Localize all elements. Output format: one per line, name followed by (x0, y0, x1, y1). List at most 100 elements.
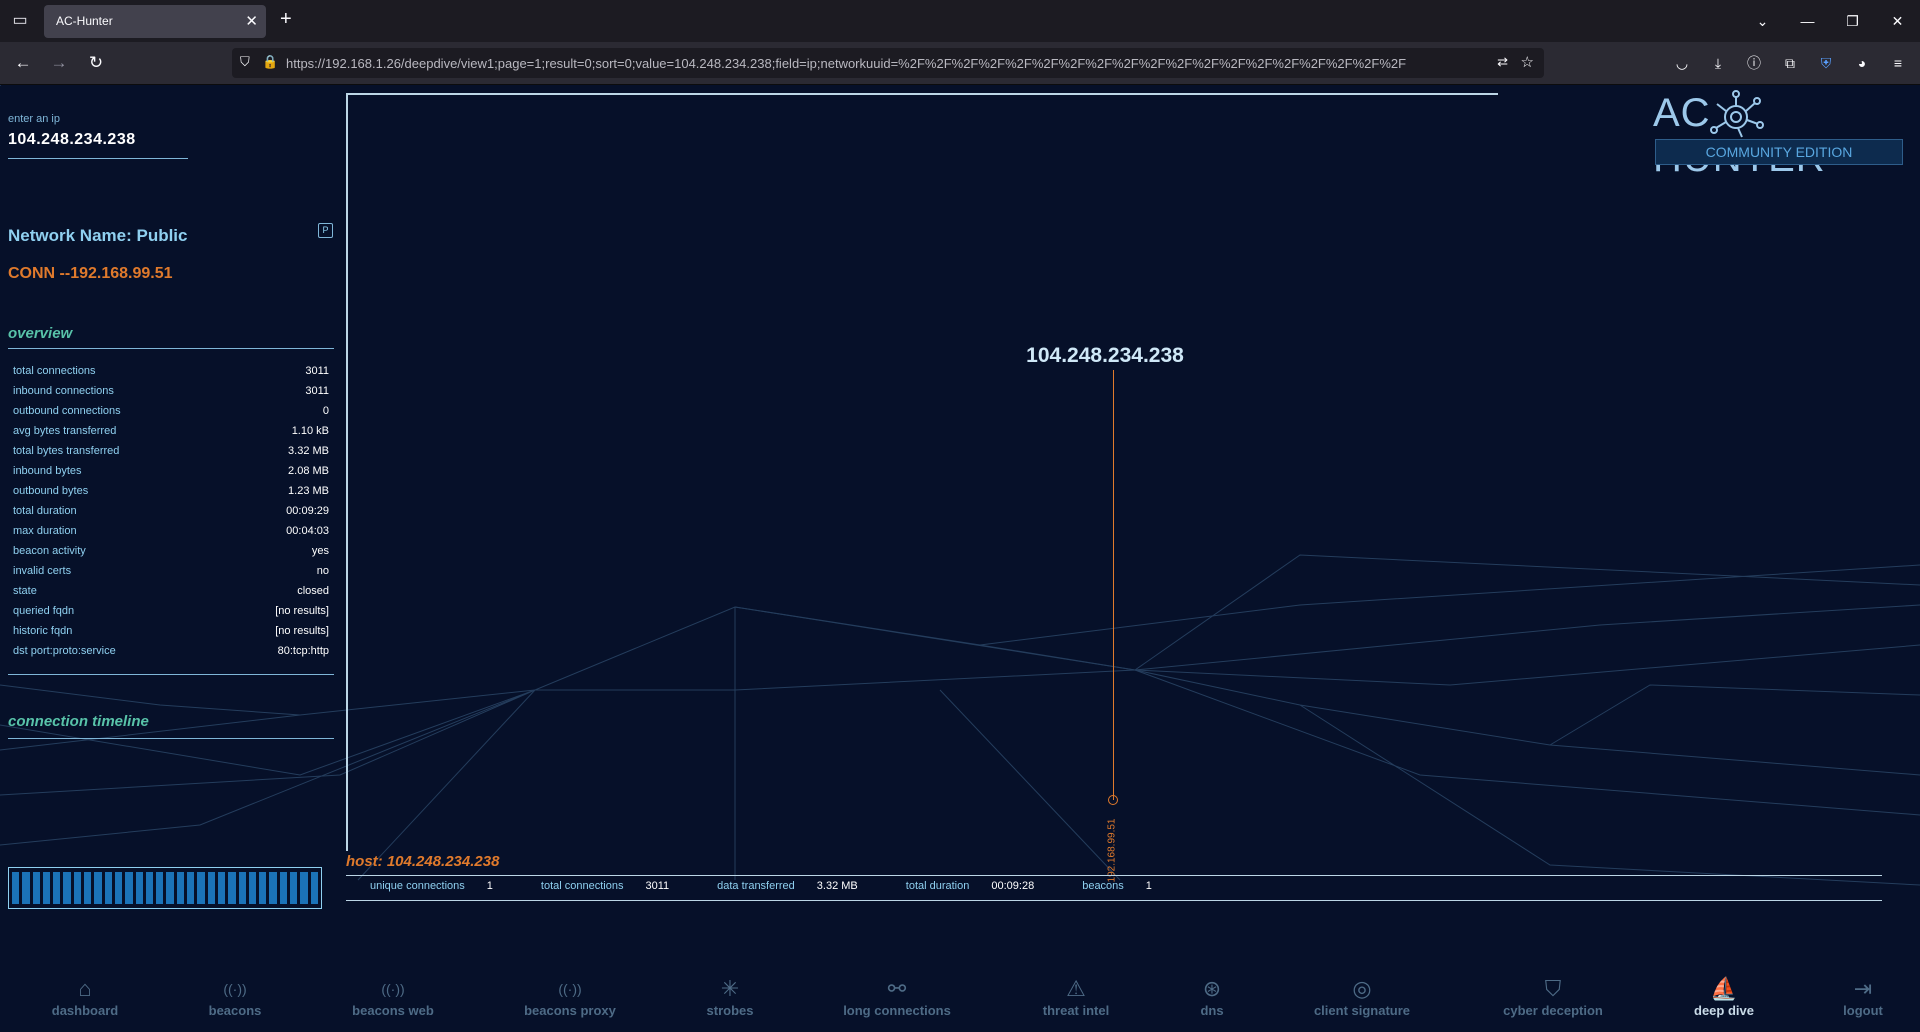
timeline-bar[interactable] (42, 872, 51, 904)
nav-beacons-web[interactable]: ((·)) beacons web (313, 975, 473, 1018)
timeline-bar[interactable] (94, 872, 102, 904)
graph-node-label[interactable]: 192.168.99.51 (1107, 791, 1118, 911)
menu-icon[interactable]: ≡ (1886, 51, 1910, 75)
nav-label: beacons (208, 1003, 262, 1018)
nav-dns[interactable]: ⊛ dns (1132, 975, 1292, 1018)
overview-table: total connections 3011 inbound connections… (13, 365, 329, 665)
bookmark-star-icon[interactable]: ☆ (1521, 53, 1534, 71)
timeline-bar[interactable] (300, 872, 308, 904)
nav-beacons-proxy[interactable]: ((·)) beacons proxy (490, 975, 650, 1018)
close-window-icon[interactable]: ✕ (1875, 13, 1920, 30)
new-tab-icon[interactable]: + (280, 8, 292, 31)
host-stat-value: 1 (1145, 880, 1152, 892)
connection-timeline-chart[interactable] (8, 867, 322, 909)
overview-row: invalid certs no (13, 565, 329, 585)
timeline-bar[interactable] (290, 872, 298, 904)
nav-strobes[interactable]: ✳ strobes (650, 975, 810, 1018)
timeline-bar[interactable] (135, 872, 143, 904)
chevron-down-icon[interactable]: ⌄ (1740, 13, 1785, 30)
nav-beacons[interactable]: ((·)) beacons (155, 975, 315, 1018)
timeline-bar[interactable] (228, 872, 236, 904)
nav-client-signature[interactable]: ◎ client signature (1282, 975, 1442, 1018)
logo-text-left: AC (1653, 91, 1711, 135)
nav-label: logout (1843, 1003, 1883, 1018)
ac-hunter-app: enter an ip 104.248.234.238 Network Name… (0, 85, 1920, 1032)
translate-icon[interactable]: ⇄ (1497, 54, 1508, 70)
timeline-bar[interactable] (197, 872, 205, 904)
profile-avatar-icon[interactable]: ◕ (1850, 51, 1874, 75)
globe-icon: ⊛ (1202, 976, 1222, 1001)
forward-icon[interactable]: → (47, 51, 71, 75)
lock-icon[interactable]: 🔒 (262, 54, 278, 70)
timeline-bar[interactable] (114, 872, 123, 904)
timeline-bar[interactable] (156, 872, 164, 904)
nav-cyber-deception[interactable]: ⛉ cyber deception (1473, 975, 1633, 1018)
ip-input[interactable]: 104.248.234.238 (8, 131, 136, 149)
nav-deep-dive[interactable]: ⛵ deep dive (1644, 975, 1804, 1018)
nav-dashboard[interactable]: ⌂ dashboard (5, 975, 165, 1018)
timeline-bar[interactable] (279, 872, 288, 904)
overview-value: 1.10 kB (291, 425, 329, 437)
overview-row: total connections 3011 (13, 365, 329, 385)
timeline-bar[interactable] (73, 872, 82, 904)
timeline-bar[interactable] (104, 872, 112, 904)
timeline-bar[interactable] (207, 872, 215, 904)
nav-label: cyber deception (1503, 1003, 1603, 1018)
browser-tab[interactable]: AC-Hunter ✕ (44, 5, 266, 38)
network-badge[interactable]: P (318, 223, 333, 238)
graph-frame (346, 93, 348, 851)
overview-value: no (316, 565, 329, 577)
timeline-bar[interactable] (248, 872, 257, 904)
password-manager-icon[interactable]: ⛨ (1814, 51, 1838, 75)
timeline-bar[interactable] (166, 872, 174, 904)
timeline-bar[interactable] (145, 872, 154, 904)
nav-logout[interactable]: ⇥ logout (1783, 975, 1920, 1018)
timeline-bar[interactable] (187, 872, 195, 904)
tab-list-icon[interactable]: ▭ (8, 9, 32, 33)
timeline-bar[interactable] (259, 872, 267, 904)
extensions-icon[interactable]: ⧉ (1778, 51, 1802, 75)
antenna-icon: ((·)) (558, 981, 582, 997)
overview-label: outbound connections (13, 405, 121, 417)
nav-label: dashboard (51, 1003, 119, 1018)
window-controls: ⌄ — ❐ ✕ (1740, 0, 1920, 42)
burst-icon: ✳ (720, 976, 740, 1001)
timeline-bar[interactable] (63, 872, 71, 904)
overview-row: queried fqdn [no results] (13, 605, 329, 625)
info-icon[interactable]: ⓘ (1742, 51, 1766, 75)
nav-label: deep dive (1694, 1003, 1754, 1018)
timeline-bar[interactable] (22, 872, 30, 904)
overview-value: yes (311, 545, 329, 557)
divider (8, 738, 334, 739)
close-icon[interactable]: ✕ (245, 12, 258, 30)
timeline-bar[interactable] (269, 872, 277, 904)
timeline-bar[interactable] (12, 872, 20, 904)
back-icon[interactable]: ← (11, 51, 35, 75)
antenna-icon: ((·)) (223, 981, 247, 997)
host-stat-value: 00:09:28 (991, 880, 1035, 892)
host-stat-value: 3011 (645, 880, 670, 892)
minimize-icon[interactable]: — (1785, 13, 1830, 29)
graph-icon: ⚯ (887, 976, 907, 1001)
overview-label: avg bytes transferred (13, 425, 117, 437)
nav-long-connections[interactable]: ⚯ long connections (817, 975, 977, 1018)
download-icon[interactable]: ⤓ (1706, 51, 1730, 75)
timeline-bar[interactable] (217, 872, 226, 904)
timeline-bar[interactable] (53, 872, 61, 904)
antenna-icon: ((·)) (381, 981, 405, 997)
timeline-bar[interactable] (84, 872, 92, 904)
timeline-bar[interactable] (125, 872, 133, 904)
timeline-bar[interactable] (238, 872, 246, 904)
toolbar-extensions: ◡ ⤓ ⓘ ⧉ ⛨ ◕ ≡ (1670, 51, 1910, 75)
timeline-bar[interactable] (310, 872, 318, 904)
url-text[interactable]: https://192.168.1.26/deepdive/view1;page… (286, 56, 1476, 71)
shield-icon[interactable]: ⛉ (240, 54, 250, 70)
restore-icon[interactable]: ❐ (1830, 13, 1875, 30)
pocket-icon[interactable]: ◡ (1670, 51, 1694, 75)
url-bar[interactable]: ⛉ 🔒 https://192.168.1.26/deepdive/view1;… (232, 48, 1544, 78)
timeline-bar[interactable] (32, 872, 40, 904)
overview-label: state (13, 585, 37, 597)
graph-center-ip[interactable]: 104.248.234.238 (930, 344, 1280, 368)
timeline-bar[interactable] (176, 872, 185, 904)
reload-icon[interactable]: ↻ (84, 51, 108, 75)
